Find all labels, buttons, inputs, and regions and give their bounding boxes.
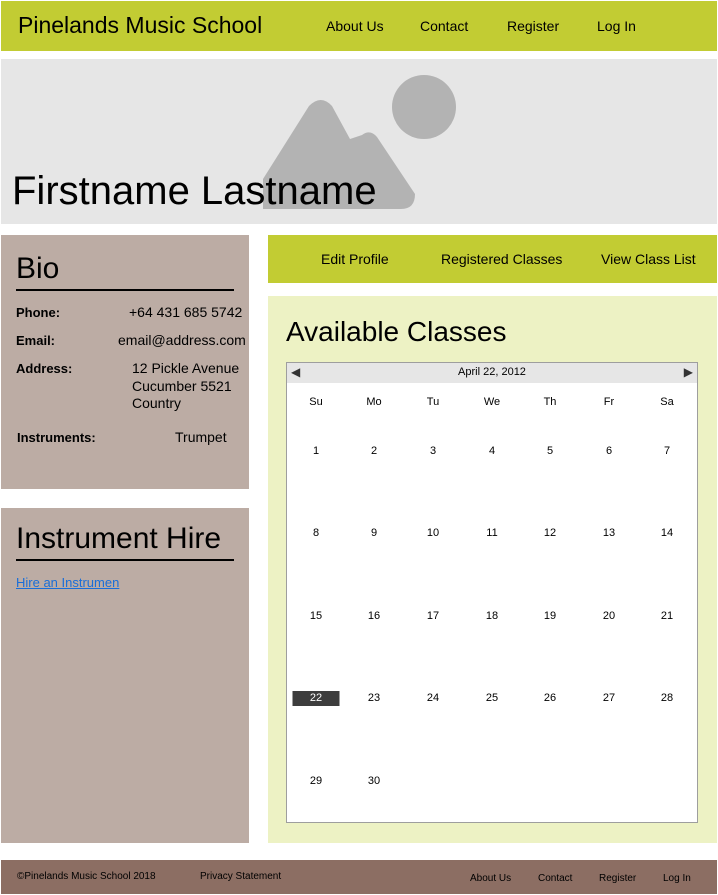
tab-registered-classes[interactable]: Registered Classes <box>441 251 562 267</box>
phone-label: Phone: <box>16 305 61 320</box>
calendar-day[interactable]: 9 <box>371 527 377 539</box>
calendar-day[interactable]: 24 <box>427 692 439 704</box>
instruments-label: Instruments: <box>17 430 96 445</box>
nav-log-in[interactable]: Log In <box>597 18 636 34</box>
calendar-day[interactable]: 1 <box>313 445 319 457</box>
address-line-1: 12 Pickle Avenue <box>132 360 240 376</box>
calendar-day[interactable]: 4 <box>489 445 495 457</box>
calendar-day-selected[interactable]: 22 <box>292 691 340 706</box>
footer-privacy-statement[interactable]: Privacy Statement <box>200 871 281 882</box>
calendar-day[interactable]: 28 <box>661 692 673 704</box>
instrument-hire-panel: Instrument Hire Hire an Instrumen <box>1 508 249 843</box>
instrument-hire-divider <box>16 559 234 561</box>
phone-value: +64 431 685 5742 <box>129 304 243 320</box>
calendar-day[interactable]: 20 <box>603 610 615 622</box>
footer-nav-about-us[interactable]: About Us <box>470 873 511 884</box>
hire-instrument-link[interactable]: Hire an Instrumen <box>16 575 119 590</box>
nav-contact[interactable]: Contact <box>420 18 468 34</box>
calendar-day[interactable]: 17 <box>427 610 439 622</box>
calendar-day[interactable]: 7 <box>664 445 670 457</box>
calendar-day[interactable]: 23 <box>368 692 380 704</box>
weekday-header: Tu <box>426 396 440 408</box>
right-triangle-icon[interactable]: ▶ <box>684 365 693 379</box>
tab-view-class-list[interactable]: View Class List <box>601 251 696 267</box>
profile-banner: Firstname Lastname <box>1 59 717 224</box>
calendar-day[interactable]: 10 <box>427 527 439 539</box>
available-classes-panel: Available Classes ◀ April 22, 2012 ▶ Su M… <box>268 296 717 843</box>
bio-heading: Bio <box>16 252 60 285</box>
tab-edit-profile[interactable]: Edit Profile <box>321 251 389 267</box>
calendar-day[interactable]: 26 <box>544 692 556 704</box>
nav-register[interactable]: Register <box>507 18 559 34</box>
bio-heading-divider <box>16 289 234 291</box>
site-header: Pinelands Music School About Us Contact … <box>1 1 717 51</box>
nav-about-us[interactable]: About Us <box>326 18 384 34</box>
weekday-header: We <box>483 396 501 408</box>
email-label: Email: <box>16 333 56 348</box>
calendar-day[interactable]: 18 <box>486 610 498 622</box>
weekday-header: Th <box>543 396 557 408</box>
calendar-day[interactable]: 14 <box>661 527 673 539</box>
calendar-day[interactable]: 11 <box>486 527 497 539</box>
footer-nav-register[interactable]: Register <box>599 873 636 884</box>
calendar-day[interactable]: 6 <box>606 445 612 457</box>
calendar-day[interactable]: 25 <box>486 692 498 704</box>
weekday-header: Sa <box>660 396 674 408</box>
address-line-3: Country <box>132 395 182 411</box>
calendar-day[interactable]: 12 <box>544 527 556 539</box>
calendar-day[interactable]: 5 <box>547 445 553 457</box>
calendar-day[interactable]: 3 <box>430 445 436 457</box>
calendar-day[interactable]: 19 <box>544 610 556 622</box>
calendar: ◀ April 22, 2012 ▶ Su Mo Tu We Th Fr Sa 1 2 3 4 5 6 7… <box>286 362 698 823</box>
footer-nav-contact[interactable]: Contact <box>538 873 572 884</box>
address-line-2: Cucumber 5521 <box>132 378 232 394</box>
email-value: email@address.com <box>118 332 246 348</box>
profile-tabs: Edit Profile Registered Classes View Cla… <box>268 235 717 283</box>
calendar-day[interactable]: 21 <box>661 610 673 622</box>
calendar-day[interactable]: 8 <box>313 527 319 539</box>
calendar-day[interactable]: 27 <box>603 692 615 704</box>
site-footer: ©Pinelands Music School 2018 Privacy Sta… <box>1 860 717 894</box>
calendar-day[interactable]: 29 <box>310 775 322 787</box>
address-label: Address: <box>16 361 73 376</box>
calendar-header: ◀ April 22, 2012 ▶ <box>287 363 697 383</box>
weekday-header: Mo <box>366 396 382 408</box>
instrument-hire-heading: Instrument Hire <box>16 522 222 555</box>
footer-copyright: ©Pinelands Music School 2018 <box>17 871 156 882</box>
calendar-day[interactable]: 13 <box>603 527 615 539</box>
calendar-day[interactable]: 16 <box>368 610 380 622</box>
instruments-value: Trumpet <box>175 429 227 445</box>
calendar-day[interactable]: 2 <box>371 445 377 457</box>
site-title[interactable]: Pinelands Music School <box>18 12 262 39</box>
available-classes-title: Available Classes <box>286 316 507 347</box>
weekday-header: Fr <box>603 396 615 408</box>
calendar-month-label: April 22, 2012 <box>458 366 526 378</box>
profile-name: Firstname Lastname <box>12 169 377 213</box>
weekday-header: Su <box>309 396 323 408</box>
calendar-day[interactable]: 15 <box>310 610 322 622</box>
calendar-day[interactable]: 30 <box>368 775 380 787</box>
footer-nav-log-in[interactable]: Log In <box>663 873 691 884</box>
bio-panel: Bio Phone: +64 431 685 5742 Email: email… <box>1 235 249 489</box>
